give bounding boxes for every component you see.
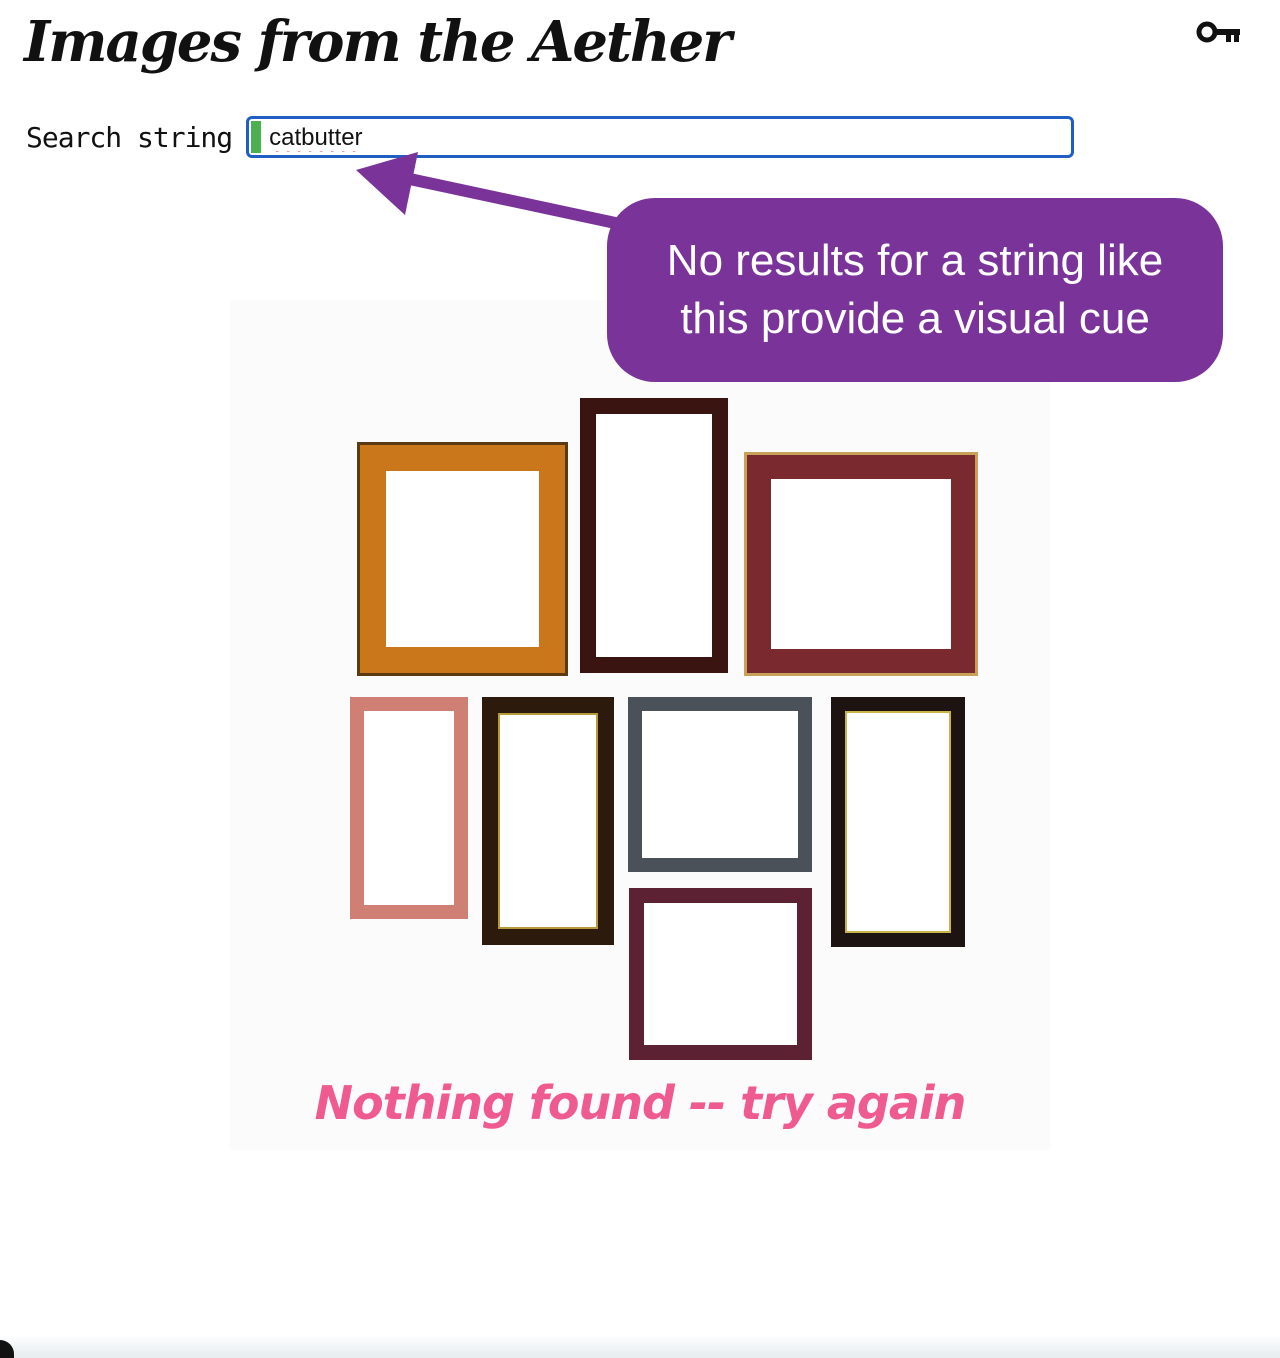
picture-frame — [831, 697, 965, 947]
key-icon[interactable] — [1196, 18, 1242, 46]
picture-frame — [357, 442, 568, 676]
annotation-callout: No results for a string like this provid… — [607, 198, 1223, 382]
picture-frame — [580, 398, 728, 673]
page: Images from the Aether Search string Not… — [0, 0, 1280, 1358]
no-results-image — [230, 300, 1050, 1150]
picture-frame — [629, 888, 812, 1060]
search-box[interactable] — [246, 116, 1075, 158]
search-input[interactable] — [267, 119, 1062, 157]
search-row: Search string — [26, 116, 1075, 158]
picture-frame — [482, 697, 614, 945]
search-status-indicator — [251, 121, 262, 153]
picture-frame — [628, 697, 812, 872]
picture-frame — [744, 452, 978, 676]
window-bottom-edge — [0, 1334, 1280, 1358]
search-label: Search string — [26, 120, 233, 154]
app-title: Images from the Aether — [24, 9, 732, 75]
nothing-found-message: Nothing found -- try again — [314, 1076, 967, 1130]
picture-frame — [350, 697, 468, 919]
